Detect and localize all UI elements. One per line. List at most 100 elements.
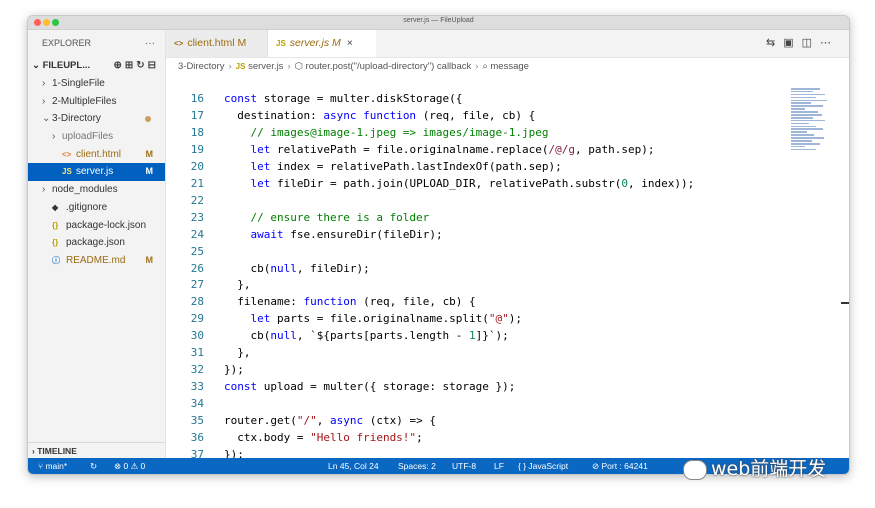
tree-item[interactable]: ◆ .gitignore bbox=[28, 199, 165, 217]
code-token: async function bbox=[323, 108, 423, 122]
breadcrumb-subsymbol[interactable]: message bbox=[490, 61, 529, 72]
code-line[interactable]: ctx.body = "Hello friends!"; bbox=[224, 431, 422, 444]
code-line[interactable]: cb(null, fileDir); bbox=[224, 261, 369, 275]
tree-item-label: client.html bbox=[76, 148, 122, 160]
code-token: storage = multer.diskStorage({ bbox=[263, 92, 463, 105]
file-type-icon: {} bbox=[52, 238, 59, 248]
code-token: cb( bbox=[224, 261, 271, 275]
tree-item-label: uploadFiles bbox=[62, 131, 114, 143]
code-line[interactable]: let fileDir = path.join(UPLOAD_DIR, rela… bbox=[224, 176, 695, 190]
code-line[interactable]: let relativePath = file.originalname.rep… bbox=[224, 143, 655, 156]
code-line[interactable]: filename: function (req, file, cb) { bbox=[224, 295, 475, 309]
vscode-window: server.js — FileUpload EXPLORER ··· ⌄ FI… bbox=[27, 15, 850, 475]
explorer-sidebar: EXPLORER ··· ⌄ FILEUPL... ⊕⊞↻⊟ › 1-Single… bbox=[28, 30, 166, 458]
minimap-line bbox=[791, 140, 812, 142]
line-number: 30 bbox=[190, 329, 204, 343]
language-mode[interactable]: { } JavaScript bbox=[518, 458, 568, 474]
chevron-down-icon: ⌄ bbox=[42, 113, 51, 125]
code-token: function bbox=[303, 295, 364, 309]
line-ending[interactable]: LF bbox=[494, 458, 504, 474]
watermark-text: web前端开发 bbox=[711, 458, 827, 480]
line-number: 28 bbox=[190, 295, 204, 309]
tree-item[interactable]: {} package-lock.json bbox=[28, 217, 165, 235]
code-token: fileDir = path.join(UPLOAD_DIR, relative… bbox=[277, 176, 622, 190]
breadcrumb-symbol[interactable]: router.post("/upload-directory") callbac… bbox=[306, 61, 472, 72]
code-line[interactable]: }); bbox=[224, 363, 244, 376]
code-line[interactable]: router.get("/", async (ctx) => { bbox=[224, 414, 436, 427]
breadcrumb-file[interactable]: server.js bbox=[248, 61, 283, 72]
explorer-actions-icons[interactable]: ⊕⊞↻⊟ bbox=[113, 57, 159, 75]
code-line[interactable]: // ensure there is a folder bbox=[224, 211, 429, 224]
editor-actions-icons[interactable]: ⇆▣◫⋯ bbox=[766, 30, 839, 57]
code-token: filename: bbox=[224, 295, 304, 309]
tab-client-html[interactable]: <> client.html M bbox=[166, 30, 268, 57]
timeline-label: TIMELINE bbox=[37, 446, 77, 456]
line-number: 19 bbox=[190, 142, 204, 156]
minimap-line bbox=[791, 148, 817, 151]
tree-item[interactable]: <> client.html M bbox=[28, 146, 165, 164]
code-token: cb( bbox=[224, 329, 271, 343]
code-token: upload = multer({ storage: storage }); bbox=[263, 380, 516, 394]
minimap-line bbox=[791, 116, 813, 119]
tree-item[interactable]: › 2-MultipleFiles bbox=[28, 93, 165, 111]
line-number: 24 bbox=[190, 227, 204, 241]
title-bar: server.js — FileUpload bbox=[28, 16, 849, 30]
code-token: let bbox=[250, 142, 277, 156]
code-token: destination: bbox=[224, 108, 324, 122]
tree-item[interactable]: {} package.json bbox=[28, 234, 165, 252]
minimap-line bbox=[791, 90, 813, 93]
minimap-line bbox=[791, 122, 809, 125]
line-number: 36 bbox=[190, 431, 204, 444]
file-type-icon: ⓘ bbox=[52, 255, 60, 265]
branch-indicator[interactable]: ⑂ main* bbox=[38, 458, 67, 474]
tree-item[interactable]: JS server.js M bbox=[28, 163, 165, 182]
explorer-more-icon[interactable]: ··· bbox=[145, 30, 155, 57]
tab-server-js[interactable]: JS server.js M × bbox=[268, 30, 376, 57]
minimap-line bbox=[791, 142, 820, 145]
scrollbar-marker[interactable] bbox=[841, 302, 849, 304]
code-line[interactable]: const storage = multer.diskStorage({ bbox=[224, 92, 462, 105]
problems-indicator[interactable]: ⊗ 0 ⚠ 0 bbox=[114, 458, 145, 474]
code-line[interactable]: destination: async function (req, file, … bbox=[224, 109, 535, 122]
tree-item[interactable]: › node_modules bbox=[28, 181, 165, 199]
line-number: 33 bbox=[190, 380, 204, 394]
minimap-line bbox=[791, 108, 806, 110]
project-folder[interactable]: ⌄ FILEUPL... ⊕⊞↻⊟ bbox=[28, 57, 165, 75]
minimap-line bbox=[791, 114, 822, 116]
code-token: const bbox=[224, 92, 264, 105]
indentation[interactable]: Spaces: 2 bbox=[398, 458, 436, 474]
code-line[interactable]: // images@image-1.jpeg => images/image-1… bbox=[224, 126, 548, 139]
tree-item[interactable]: › uploadFiles bbox=[28, 128, 165, 146]
code-line[interactable]: }, bbox=[224, 278, 250, 291]
code-line[interactable]: let index = relativePath.lastIndexOf(pat… bbox=[224, 160, 562, 173]
tree-item[interactable]: ⓘ README.md M bbox=[28, 252, 165, 270]
tree-item-label: package.json bbox=[66, 237, 125, 249]
code-line[interactable]: const upload = multer({ storage: storage… bbox=[224, 380, 515, 393]
sync-icon[interactable]: ↻ bbox=[90, 458, 97, 474]
timeline-section[interactable]: › TIMELINE bbox=[28, 442, 165, 458]
code-token: "/" bbox=[296, 414, 317, 428]
code-line[interactable]: cb(null, `${parts[parts.length - 1]}`); bbox=[224, 329, 508, 343]
code-token: }); bbox=[224, 363, 244, 377]
breadcrumb-folder[interactable]: 3-Directory bbox=[178, 61, 224, 72]
code-line[interactable]: }, bbox=[224, 346, 250, 359]
tree-item-label: node_modules bbox=[52, 184, 118, 196]
minimap-line bbox=[791, 93, 826, 96]
modified-dot-icon bbox=[145, 116, 151, 123]
port-indicator[interactable]: ⊘ Port : 64241 bbox=[592, 458, 648, 474]
line-number: 31 bbox=[190, 346, 204, 360]
code-token: 0 bbox=[621, 176, 628, 190]
encoding[interactable]: UTF-8 bbox=[452, 458, 476, 474]
close-tab-icon[interactable]: × bbox=[347, 37, 353, 49]
code-token: index = relativePath.lastIndexOf(path.se… bbox=[277, 159, 562, 173]
tree-item-label: .gitignore bbox=[66, 201, 108, 213]
code-line[interactable]: await fse.ensureDir(fileDir); bbox=[224, 228, 443, 241]
cursor-position[interactable]: Ln 45, Col 24 bbox=[328, 458, 379, 474]
tree-item[interactable]: › 1-SingleFile bbox=[28, 75, 165, 93]
code-line[interactable]: let parts = file.originalname.split("@")… bbox=[224, 312, 523, 325]
minimap[interactable] bbox=[791, 88, 827, 158]
code-token: , bbox=[316, 414, 330, 428]
tree-item[interactable]: ⌄ 3-Directory bbox=[28, 110, 165, 128]
chevron-down-icon: ⌄ bbox=[32, 60, 43, 71]
